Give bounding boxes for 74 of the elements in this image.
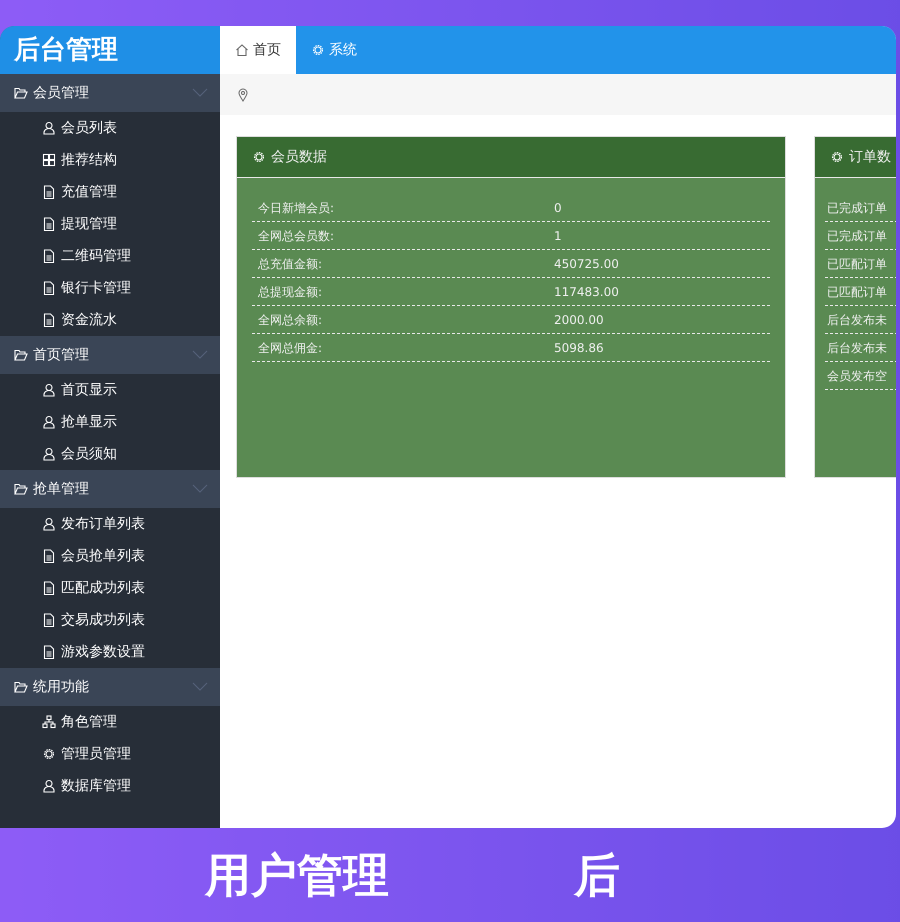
- document-icon: [42, 613, 56, 627]
- stat-label: 已匹配订单: [827, 284, 888, 300]
- stat-value: 450725.00: [554, 256, 619, 272]
- menu-group-header[interactable]: 会员管理: [0, 74, 220, 112]
- document-icon: [42, 549, 56, 563]
- stat-value: 1: [554, 228, 562, 244]
- stat-label: 后台发布未: [827, 312, 888, 328]
- menu-item[interactable]: 匹配成功列表: [0, 572, 220, 604]
- stat-label: 已匹配订单: [827, 256, 888, 272]
- document-icon: [42, 313, 56, 327]
- menu-item[interactable]: 首页显示: [0, 374, 220, 406]
- menu-item[interactable]: 推荐结构: [0, 144, 220, 176]
- caption-heading: 用户管理: [205, 846, 389, 904]
- stat-value: 2000.00: [554, 312, 604, 328]
- menu-item[interactable]: 提现管理: [0, 208, 220, 240]
- person-icon: [42, 779, 56, 793]
- stat-label: 后台发布未: [827, 340, 888, 356]
- tab[interactable]: 首页: [220, 26, 296, 74]
- gear-icon: [42, 747, 56, 761]
- document-icon: [42, 645, 56, 659]
- folder-icon: [14, 86, 28, 100]
- gear-icon: [830, 150, 844, 164]
- grid-icon: [42, 153, 56, 167]
- stat-value: 0: [554, 200, 562, 216]
- gear-icon: [311, 43, 325, 57]
- stat-label: 已完成订单: [827, 200, 888, 216]
- menu-item[interactable]: 抢单显示: [0, 406, 220, 438]
- menu-group-header[interactable]: 抢单管理: [0, 470, 220, 508]
- person-icon: [42, 447, 56, 461]
- stat-value: 117483.00: [554, 284, 619, 300]
- menu-item[interactable]: 会员抢单列表: [0, 540, 220, 572]
- folder-icon: [14, 680, 28, 694]
- document-icon: [42, 185, 56, 199]
- menu-item[interactable]: 资金流水: [0, 304, 220, 336]
- menu-item[interactable]: 游戏参数设置: [0, 636, 220, 668]
- menu-item[interactable]: 交易成功列表: [0, 604, 220, 636]
- menu-group-header[interactable]: 首页管理: [0, 336, 220, 374]
- menu-item[interactable]: 会员须知: [0, 438, 220, 470]
- menu-item[interactable]: 管理员管理: [0, 738, 220, 770]
- hierarchy-icon: [42, 715, 56, 729]
- stat-value: 5098.86: [554, 340, 604, 356]
- stat-label: 全网总会员数:: [258, 228, 336, 244]
- menu-item[interactable]: 会员列表: [0, 112, 220, 144]
- caption-heading: 后: [574, 846, 620, 904]
- home-icon: [235, 43, 249, 57]
- person-icon: [42, 121, 56, 135]
- stat-label: 今日新增会员:: [258, 200, 336, 216]
- menu-item[interactable]: 数据库管理: [0, 770, 220, 802]
- menu-item[interactable]: 充值管理: [0, 176, 220, 208]
- stat-label: 全网总佣金:: [258, 340, 324, 356]
- stat-label: 已完成订单: [827, 228, 888, 244]
- stat-label: 全网总余额:: [258, 312, 324, 328]
- panel-title: 会员数据: [271, 148, 327, 166]
- location-pin-icon: [236, 88, 250, 102]
- menu-item[interactable]: 发布订单列表: [0, 508, 220, 540]
- stat-label: 总提现金额:: [258, 284, 324, 300]
- person-icon: [42, 517, 56, 531]
- document-icon: [42, 249, 56, 263]
- gear-icon: [252, 150, 266, 164]
- document-icon: [42, 217, 56, 231]
- stat-label: 总充值金额:: [258, 256, 324, 272]
- menu-item[interactable]: 角色管理: [0, 706, 220, 738]
- document-icon: [42, 581, 56, 595]
- stat-label: 会员发布空: [827, 368, 888, 384]
- panel-title: 订单数: [849, 148, 891, 166]
- app-title: 后台管理: [0, 26, 220, 74]
- person-icon: [42, 383, 56, 397]
- folder-icon: [14, 482, 28, 496]
- person-icon: [42, 415, 56, 429]
- folder-icon: [14, 348, 28, 362]
- menu-group-header[interactable]: 统用功能: [0, 668, 220, 706]
- menu-item[interactable]: 银行卡管理: [0, 272, 220, 304]
- menu-item[interactable]: 二维码管理: [0, 240, 220, 272]
- document-icon: [42, 281, 56, 295]
